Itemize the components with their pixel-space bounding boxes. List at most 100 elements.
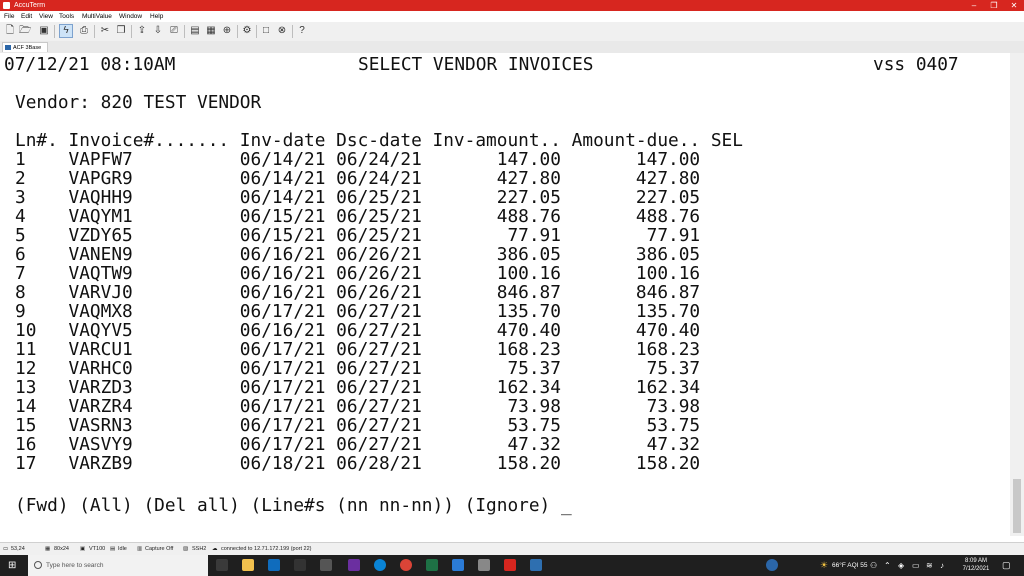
menu-view[interactable]: View — [39, 11, 53, 22]
screen-datetime: 07/12/21 08:10AM — [4, 54, 176, 75]
copy-icon[interactable]: ❐ — [115, 25, 127, 37]
task-view-icon[interactable] — [216, 559, 228, 571]
wifi-icon[interactable]: ≋ — [926, 555, 933, 576]
scrollbar-thumb[interactable] — [1013, 479, 1021, 533]
app-icon — [3, 2, 10, 9]
toolbar-separator — [292, 25, 293, 38]
vscode-icon[interactable] — [452, 559, 464, 571]
search-icon — [34, 561, 42, 569]
cut-icon[interactable]: ✂ — [99, 25, 111, 37]
help-icon[interactable]: ? — [296, 25, 308, 37]
battery-icon[interactable]: ▭ — [912, 555, 920, 576]
maximize-button[interactable]: ❐ — [984, 0, 1004, 11]
connection-icon: ☁ — [212, 546, 218, 552]
table-row: 10 VAQYV5 06/16/21 06/27/21 470.40 470.4… — [15, 320, 701, 341]
menu-file[interactable]: File — [4, 11, 14, 22]
table-header: Ln#. Invoice#....... Inv-date Dsc-date I… — [15, 130, 743, 151]
print-icon[interactable]: ⎙ — [78, 25, 90, 37]
table-row: 7 VAQTW9 06/16/21 06/26/21 100.16 100.16 — [15, 263, 701, 284]
network-icon[interactable]: ◈ — [898, 555, 904, 576]
table-row: 8 VARVJ0 06/16/21 06/26/21 846.87 846.87 — [15, 282, 701, 303]
taskbar-search[interactable]: Type here to search — [28, 555, 208, 576]
session-tab-label: ACF 3Base — [13, 45, 42, 51]
toolbar-separator — [256, 25, 257, 38]
menu-multivalue[interactable]: MultiValue — [82, 11, 112, 22]
emulation-icon: ▣ — [80, 546, 86, 552]
table-row: 9 VAQMX8 06/17/21 06/27/21 135.70 135.70 — [15, 301, 701, 322]
menu-bar: File Edit View Tools MultiValue Window H… — [0, 11, 1024, 22]
vertical-scrollbar[interactable] — [1010, 53, 1024, 536]
menu-help[interactable]: Help — [150, 11, 163, 22]
status-state: Idle — [118, 546, 127, 552]
window-icon[interactable]: □ — [260, 25, 272, 37]
taskbar-clock[interactable]: 8:09 AM 7/12/2021 — [956, 557, 996, 573]
mail-icon[interactable] — [268, 559, 280, 571]
image-icon[interactable]: ▦ — [205, 25, 217, 37]
menu-edit[interactable]: Edit — [21, 11, 32, 22]
toolbar-separator — [184, 25, 185, 38]
status-protocol: SSH2 — [192, 546, 207, 552]
app-icon[interactable] — [320, 559, 332, 571]
close-button[interactable]: ✕ — [1004, 0, 1024, 11]
screen-code: vss 0407 — [873, 54, 959, 75]
toolbar-separator — [237, 25, 238, 38]
menu-tools[interactable]: Tools — [59, 11, 74, 22]
status-emulation: VT100 — [89, 546, 106, 552]
accuterm-taskbar-icon[interactable] — [504, 559, 516, 571]
file-explorer-icon[interactable] — [242, 559, 254, 571]
session-tab[interactable]: ACF 3Base — [2, 42, 48, 52]
open-icon[interactable]: 🗁 — [19, 25, 31, 37]
idle-icon: ▤ — [110, 546, 116, 552]
weather-text[interactable]: 66°F AQI 55 — [832, 555, 867, 576]
download-icon[interactable]: ⇩ — [152, 25, 164, 37]
excel-icon[interactable] — [426, 559, 438, 571]
people-icon[interactable]: ⚇ — [870, 555, 877, 576]
table-row: 16 VASVY9 06/17/21 06/27/21 47.32 47.32 — [15, 434, 701, 455]
new-icon[interactable]: 🗋 — [4, 25, 16, 37]
search-placeholder: Type here to search — [46, 562, 104, 569]
app-icon[interactable] — [766, 559, 778, 571]
window-title: AccuTerm — [14, 2, 46, 9]
capture-icon: ▥ — [137, 546, 143, 552]
tray-chevron-icon[interactable]: ⌃ — [884, 555, 891, 576]
terminal-screen[interactable]: 07/12/21 08:10AM SELECT VENDOR INVOICES … — [0, 53, 1010, 536]
table-row: 5 VZDY65 06/15/21 06/25/21 77.91 77.91 — [15, 225, 701, 246]
file-icon[interactable]: ▤ — [189, 25, 201, 37]
toolbar-separator — [94, 25, 95, 38]
weather-icon[interactable]: ☀ — [820, 555, 828, 576]
windows-start-icon[interactable]: ⊞ — [8, 555, 16, 576]
app-icon[interactable] — [530, 559, 542, 571]
minimize-button[interactable]: – — [964, 0, 984, 11]
screen-title: SELECT VENDOR INVOICES — [358, 54, 594, 75]
status-capture[interactable]: Capture Off — [145, 543, 173, 555]
table-row: 2 VAPGR9 06/14/21 06/24/21 427.80 427.80 — [15, 168, 701, 189]
status-connection: connected to 12.71.172.199 (port 22) — [221, 546, 312, 552]
status-cursor: 53,24 — [11, 546, 25, 552]
app-icon[interactable] — [294, 559, 306, 571]
status-size: 80x24 — [54, 546, 69, 552]
table-row: 14 VARZR4 06/17/21 06/27/21 73.98 73.98 — [15, 396, 701, 417]
clock-time: 8:09 AM — [964, 558, 987, 564]
notifications-icon[interactable]: ▢ — [1002, 555, 1011, 576]
settings-icon[interactable]: ⚙ — [241, 25, 253, 37]
menu-window[interactable]: Window — [119, 11, 142, 22]
table-row: 6 VANEN9 06/16/21 06/26/21 386.05 386.05 — [15, 244, 701, 265]
table-row: 1 VAPFW7 06/14/21 06/24/21 147.00 147.00 — [15, 149, 701, 170]
chrome-icon[interactable] — [400, 559, 412, 571]
toolbar-separator — [54, 25, 55, 38]
connect-icon[interactable]: ϟ — [59, 24, 73, 38]
table-row: 12 VARHC0 06/17/21 06/27/21 75.37 75.37 — [15, 358, 701, 379]
upload-icon[interactable]: ⇪ — [136, 25, 148, 37]
close-icon[interactable]: ⊗ — [276, 25, 288, 37]
edge-icon[interactable] — [374, 559, 386, 571]
save-icon[interactable]: ▣ — [38, 25, 50, 37]
command-prompt[interactable]: (Fwd) (All) (Del all) (Line#s (nn nn-nn)… — [15, 497, 572, 515]
key-icon[interactable]: ⊕ — [221, 25, 233, 37]
toolbar-separator — [131, 25, 132, 38]
table-row: 4 VAQYM1 06/15/21 06/25/21 488.76 488.76 — [15, 206, 701, 227]
app-icon[interactable] — [478, 559, 490, 571]
volume-icon[interactable]: ♪ — [940, 555, 944, 576]
app-icon[interactable] — [348, 559, 360, 571]
printer-icon[interactable]: ⎚ — [168, 25, 180, 37]
toolbar: 🗋 🗁 ▣ ϟ ⎙ ✂ ❐ ⇪ ⇩ ⎚ ▤ ▦ ⊕ ⚙ □ ⊗ ? — [0, 22, 1024, 42]
